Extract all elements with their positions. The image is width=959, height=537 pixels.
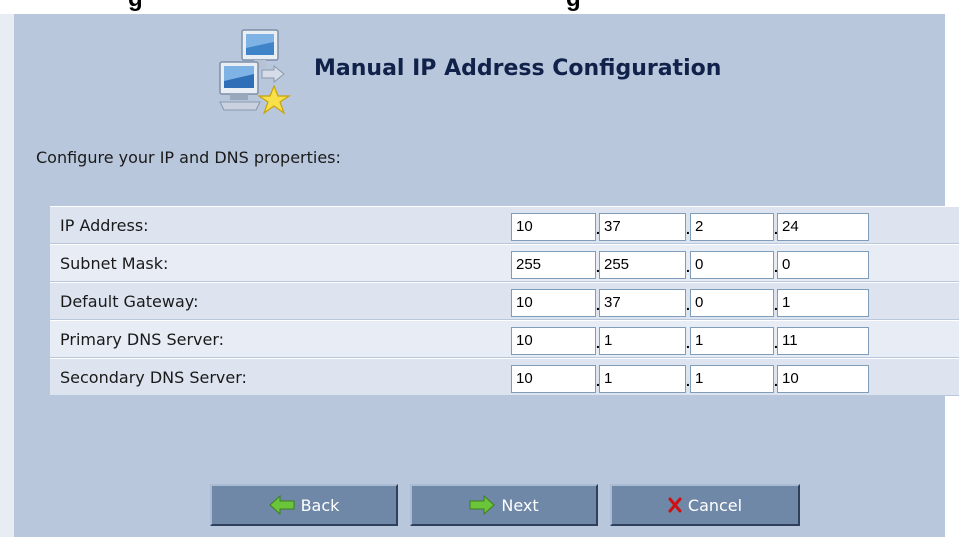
primary-dns-octet-2[interactable]: 1 xyxy=(599,327,686,355)
default-gateway-octet-4[interactable]: 1 xyxy=(777,289,869,317)
row-secondary-dns: Secondary DNS Server: 10 . 1 . 1 . 10 xyxy=(50,358,959,396)
secondary-dns-octet-3[interactable]: 1 xyxy=(690,365,774,393)
ip-config-table: IP Address: 10 . 37 . 2 . 24 Subnet Mask… xyxy=(50,206,959,396)
next-button[interactable]: Next xyxy=(410,484,598,526)
secondary-dns-octet-1[interactable]: 10 xyxy=(511,365,596,393)
row-ip-address: IP Address: 10 . 37 . 2 . 24 xyxy=(50,206,959,244)
ip-address-octet-2[interactable]: 37 xyxy=(599,213,686,241)
row-primary-dns: Primary DNS Server: 10 . 1 . 1 . 11 xyxy=(50,320,959,358)
row-default-gateway: Default Gateway: 10 . 37 . 0 . 1 xyxy=(50,282,959,320)
subnet-mask-octet-1[interactable]: 255 xyxy=(511,251,596,279)
ip-address-octet-1[interactable]: 10 xyxy=(511,213,596,241)
next-button-label: Next xyxy=(501,495,539,515)
default-gateway-label: Default Gateway: xyxy=(60,292,199,311)
cancel-button-label: Cancel xyxy=(687,495,743,515)
primary-dns-octet-4[interactable]: 11 xyxy=(777,327,869,355)
ip-address-octet-4[interactable]: 24 xyxy=(777,213,869,241)
intro-text: Configure your IP and DNS properties: xyxy=(36,148,341,167)
network-computers-icon xyxy=(212,24,298,116)
default-gateway-octet-1[interactable]: 10 xyxy=(511,289,596,317)
cancel-button[interactable]: Cancel xyxy=(610,484,800,526)
ip-address-octet-3[interactable]: 2 xyxy=(690,213,774,241)
default-gateway-octet-2[interactable]: 37 xyxy=(599,289,686,317)
subnet-mask-octet-2[interactable]: 255 xyxy=(599,251,686,279)
red-x-icon xyxy=(668,497,682,513)
green-arrow-right-icon xyxy=(469,495,496,515)
top-bar-text-left: g xyxy=(128,0,143,13)
page-title: Manual IP Address Configuration xyxy=(314,56,722,81)
top-bar-text-right: g xyxy=(566,0,581,13)
primary-dns-octet-1[interactable]: 10 xyxy=(511,327,596,355)
ip-address-label: IP Address: xyxy=(60,216,149,235)
top-bar: g g xyxy=(0,0,959,14)
subnet-mask-octet-3[interactable]: 0 xyxy=(690,251,774,279)
primary-dns-octet-3[interactable]: 1 xyxy=(690,327,774,355)
secondary-dns-octet-4[interactable]: 10 xyxy=(777,365,869,393)
secondary-dns-octet-2[interactable]: 1 xyxy=(599,365,686,393)
row-subnet-mask: Subnet Mask: 255 . 255 . 0 . 0 xyxy=(50,244,959,282)
subnet-mask-label: Subnet Mask: xyxy=(60,254,169,273)
default-gateway-octet-3[interactable]: 0 xyxy=(690,289,774,317)
secondary-dns-label: Secondary DNS Server: xyxy=(60,368,247,387)
panel-left-edge xyxy=(0,14,14,537)
back-button-label: Back xyxy=(300,495,340,515)
subnet-mask-octet-4[interactable]: 0 xyxy=(777,251,869,279)
primary-dns-label: Primary DNS Server: xyxy=(60,330,225,349)
back-button[interactable]: Back xyxy=(210,484,398,526)
green-arrow-left-icon xyxy=(268,495,295,515)
